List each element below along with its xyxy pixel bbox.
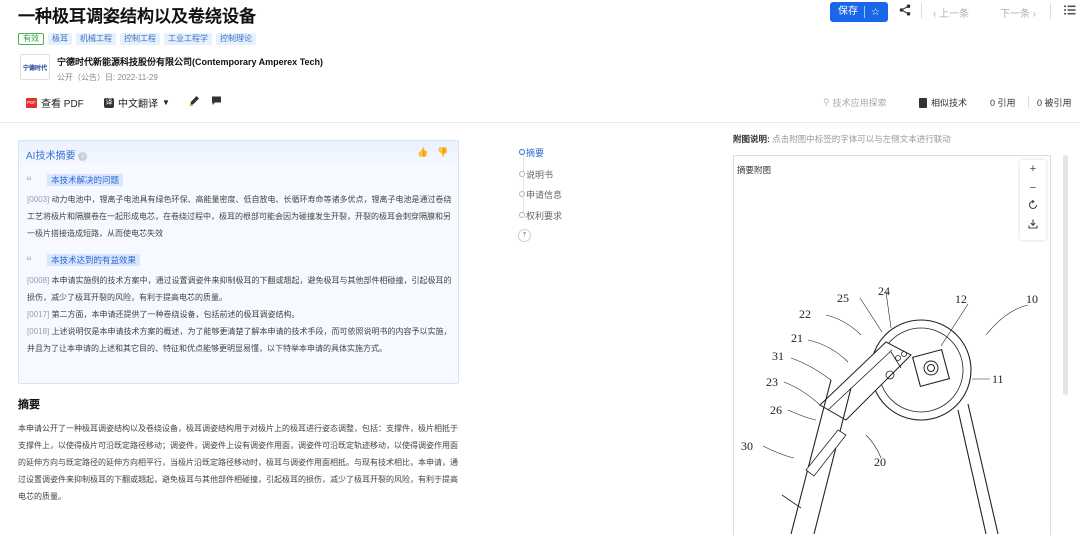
drawing-label[interactable]: 10 (1026, 292, 1038, 306)
figure-label: 摘要附图 (737, 165, 772, 175)
effect-text: 第二方面，本申请还提供了一种卷绕设备，包括前述的极耳调姿结构。 (51, 310, 300, 319)
header-divider-line (0, 122, 1080, 123)
star-icon[interactable]: ☆ (865, 7, 880, 18)
tag[interactable]: 控制理论 (216, 33, 256, 45)
tag[interactable]: 工业工程学 (164, 33, 212, 45)
drawing-label[interactable]: 21 (791, 331, 803, 345)
patent-drawing: 25 24 12 10 22 21 31 11 23 26 20 30 (736, 280, 1046, 537)
header-divider (1050, 3, 1051, 19)
chevron-right-icon: › (1030, 9, 1037, 20)
nav-label: 申请信息 (526, 190, 563, 200)
publication-date: 公开（公告）日: 2022-11-29 (57, 73, 158, 82)
similar-tech-label: 相似技术 (931, 98, 968, 108)
cited-count[interactable]: 0 引用 (990, 96, 1016, 109)
effect-text: 上述说明仅是本申请技术方案的概述，为了能够更清楚了解本申请的技术手段，而可依照说… (27, 327, 452, 353)
drawing-label[interactable]: 12 (955, 292, 967, 306)
drawing-label[interactable]: 20 (874, 455, 886, 469)
zoom-out-button[interactable]: − (1020, 182, 1046, 194)
drawing-label[interactable]: 30 (741, 439, 753, 453)
translate-icon: 译 (104, 97, 114, 108)
nav-label: 权利要求 (526, 211, 563, 221)
back-to-top-icon[interactable]: ⤒ (518, 229, 531, 242)
figure-caption-text: 点击附图中标签的字体可以与左侧文本进行联动 (772, 134, 951, 144)
tag-list: 有效 极耳 机械工程 控制工程 工业工程学 控制理论 (18, 33, 256, 45)
drawing-label[interactable]: 11 (992, 372, 1004, 386)
nav-item-application-info[interactable]: 申请信息 (519, 188, 563, 201)
prev-label: 上一条 (939, 9, 970, 20)
problem-label: 本技术解决的问题 (47, 174, 124, 186)
figure-scrollbar[interactable] (1063, 155, 1068, 395)
thumbs-down-icon[interactable]: 👎 (437, 147, 448, 158)
ai-summary-title: AI技术摘要 i (26, 147, 88, 162)
zoom-controls: + − (1020, 160, 1046, 240)
prev-button[interactable]: ‹ 上一条 (933, 5, 969, 20)
status-badge: 有效 (18, 33, 44, 45)
similar-tech-button[interactable]: 相似技术 (919, 96, 967, 109)
company-logo: 宁德时代 (20, 54, 50, 80)
section-nav-line (523, 153, 524, 216)
ai-summary-header: AI技术摘要 i 👍 👎 (19, 141, 458, 163)
next-button[interactable]: 下一条 › (1000, 5, 1036, 20)
tag[interactable]: 控制工程 (120, 33, 160, 45)
graph-icon: ⚲ (823, 97, 830, 107)
divider (1028, 96, 1029, 108)
paragraph-ref[interactable]: [0003] (27, 195, 49, 204)
next-label: 下一条 (1000, 9, 1030, 20)
document-icon (919, 97, 927, 108)
info-icon[interactable]: i (78, 151, 88, 161)
tech-graph-label: 技术应用探索 (832, 98, 887, 108)
drawing-label[interactable]: 22 (799, 307, 811, 321)
header-divider (921, 3, 922, 19)
effect-label: 本技术达到的有益效果 (47, 254, 141, 266)
translate-dropdown[interactable]: 译 中文翻译 ▼ (104, 95, 170, 110)
nav-label: 说明书 (526, 170, 554, 180)
applicant-name[interactable]: 宁德时代新能源科技股份有限公司(Contemporary Amperex Tec… (57, 55, 323, 68)
effect-text: 本申请实施例的技术方案中，通过设置调姿件来抑制极耳的下翻或翘起，避免极耳与其他部… (27, 276, 452, 302)
tag[interactable]: 极耳 (48, 33, 72, 45)
thumbs-up-icon[interactable]: 👍 (417, 147, 428, 158)
drawing-label[interactable]: 31 (772, 349, 784, 363)
drawing-label[interactable]: 23 (766, 375, 778, 389)
zoom-in-button[interactable]: + (1020, 163, 1046, 175)
caret-down-icon: ▼ (162, 98, 170, 107)
pdf-icon: PDF (26, 97, 37, 108)
nav-item-abstract[interactable]: 摘要 (519, 146, 545, 159)
problem-paragraph: [0003] 动力电池中，锂离子电池具有绿色环保、高能量密度、低自放电、长循环寿… (27, 191, 455, 242)
quote-icon: “ (26, 254, 32, 268)
list-icon[interactable] (1064, 4, 1076, 19)
problem-text: 动力电池中，锂离子电池具有绿色环保、高能量密度、低自放电、长循环寿命等诸多优点，… (27, 195, 452, 238)
ai-summary-title-text: AI技术摘要 (26, 151, 76, 162)
ai-summary-panel: AI技术摘要 i 👍 👎 “ 本技术解决的问题 [0003] 动力电池中，锂离子电… (18, 140, 459, 384)
figure-caption: 附图说明: 点击附图中标签的字体可以与左侧文本进行联动 (733, 133, 951, 145)
effect-paragraph: [0008] 本申请实施例的技术方案中，通过设置调姿件来抑制极耳的下翻或翘起，避… (27, 272, 455, 357)
nav-item-claims[interactable]: 权利要求 (519, 209, 563, 222)
translate-label: 中文翻译 (118, 99, 158, 110)
figure-caption-bold: 附图说明: (733, 134, 770, 144)
drawing-label[interactable]: 26 (770, 403, 782, 417)
download-icon[interactable] (1020, 219, 1046, 232)
cited-by-count[interactable]: 0 被引用 (1037, 96, 1072, 109)
abstract-heading: 摘要 (18, 399, 40, 411)
tag[interactable]: 机械工程 (76, 33, 116, 45)
paragraph-ref[interactable]: [0008] (27, 276, 49, 285)
save-label: 保存 (830, 6, 865, 18)
tech-graph-button[interactable]: ⚲ 技术应用探索 (823, 96, 887, 109)
save-button[interactable]: 保存 ☆ (830, 2, 888, 22)
highlight-icon[interactable] (189, 95, 200, 106)
rotate-icon[interactable] (1020, 199, 1046, 213)
paragraph-ref[interactable]: [0017] (27, 310, 49, 319)
nav-label: 摘要 (526, 148, 545, 158)
drawing-label[interactable]: 25 (837, 291, 849, 305)
page-title: 一种极耳调姿结构以及卷绕设备 (18, 7, 256, 26)
comment-icon[interactable] (211, 95, 222, 106)
paragraph-ref[interactable]: [0018] (27, 327, 49, 336)
share-icon[interactable] (899, 4, 911, 19)
quote-icon: “ (26, 174, 32, 188)
abstract-text: 本申请公开了一种极耳调姿结构以及卷绕设备，极耳调姿结构用于对极片上的极耳进行姿态… (18, 424, 458, 501)
view-pdf-button[interactable]: PDF 查看 PDF (26, 95, 84, 110)
nav-item-description[interactable]: 说明书 (519, 168, 554, 181)
view-pdf-label: 查看 PDF (41, 99, 84, 110)
drawing-label[interactable]: 24 (878, 284, 890, 298)
